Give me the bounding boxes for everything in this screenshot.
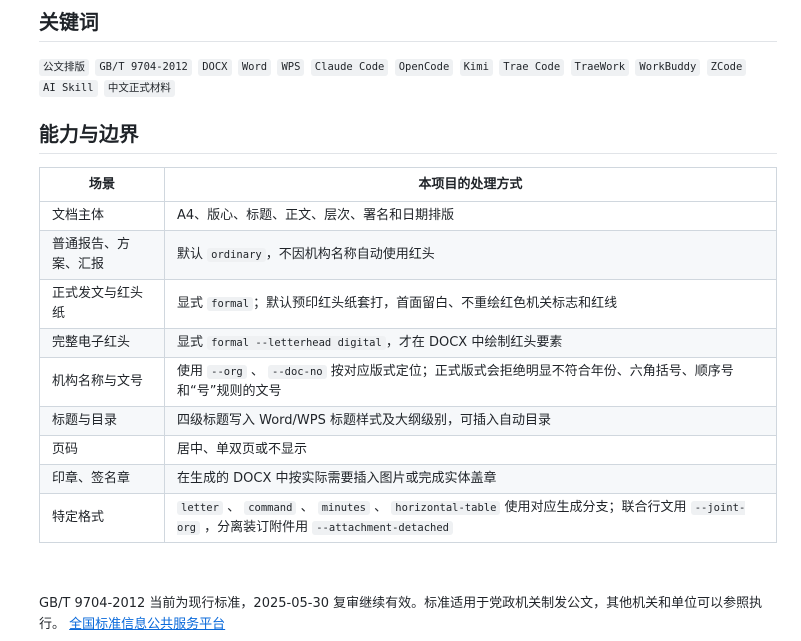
scene-cell: 页码 xyxy=(39,435,165,465)
keyword-tag: Word xyxy=(237,59,272,76)
scene-cell: 特定格式 xyxy=(39,493,165,543)
table-row: 印章、签名章 在生成的 DOCX 中按实际需要插入图片或完成实体盖章 xyxy=(39,464,777,494)
table-row: 特定格式 letter 、 command 、 minutes 、 horizo… xyxy=(39,493,777,543)
keyword-tag: GB/T 9704-2012 xyxy=(95,59,192,76)
keyword-tag: Trae Code xyxy=(499,59,565,76)
inline-code: minutes xyxy=(317,501,370,515)
keyword-tag: DOCX xyxy=(198,59,232,76)
handling-cell: letter 、 command 、 minutes 、 horizontal-… xyxy=(164,493,777,543)
handling-cell: 四级标题写入 Word/WPS 标题样式及大纲级别，可插入自动目录 xyxy=(164,406,777,436)
capability-table: 场景 本项目的处理方式 文档主体 A4、版心、标题、正文、层次、署名和日期排版 … xyxy=(39,167,777,543)
table-row: 普通报告、方案、汇报 默认 ordinary ，不因机构名称自动使用红头 xyxy=(39,230,777,280)
keyword-tag: WorkBuddy xyxy=(635,59,701,76)
capability-heading: 能力与边界 xyxy=(39,122,777,154)
scene-cell: 普通报告、方案、汇报 xyxy=(39,230,165,280)
keyword-tag: Claude Code xyxy=(310,59,389,76)
scene-cell: 印章、签名章 xyxy=(39,464,165,494)
inline-code: horizontal-table xyxy=(391,501,501,515)
inline-code: --doc-no xyxy=(268,365,327,379)
scene-cell: 机构名称与文号 xyxy=(39,357,165,407)
scene-cell: 正式发文与红头纸 xyxy=(39,279,165,329)
column-header-scene: 场景 xyxy=(39,167,165,202)
handling-cell: 使用 --org 、 --doc-no 按对应版式定位；正式版式会拒绝明显不符合… xyxy=(164,357,777,407)
handling-cell: 显式 formal --letterhead digital ，才在 DOCX 中… xyxy=(164,328,777,358)
handling-cell: 显式 formal ；默认预印红头纸套打，首面留白、不重绘红色机关标志和红线 xyxy=(164,279,777,329)
inline-code: letter xyxy=(177,501,223,515)
table-row: 完整电子红头 显式 formal --letterhead digital ，才在… xyxy=(39,328,777,358)
inline-code: --attachment-detached xyxy=(312,521,453,535)
handling-cell: 居中、单双页或不显示 xyxy=(164,435,777,465)
inline-code: --org xyxy=(207,365,247,379)
inline-code: ordinary xyxy=(207,248,266,262)
handling-cell: A4、版心、标题、正文、层次、署名和日期排版 xyxy=(164,201,777,231)
table-row: 页码 居中、单双页或不显示 xyxy=(39,435,777,465)
standard-platform-link[interactable]: 全国标准信息公共服务平台 xyxy=(69,617,225,632)
keywords-heading: 关键词 xyxy=(39,10,777,42)
table-row: 正式发文与红头纸 显式 formal ；默认预印红头纸套打，首面留白、不重绘红色机… xyxy=(39,279,777,329)
inline-code: command xyxy=(244,501,297,515)
scene-cell: 文档主体 xyxy=(39,201,165,231)
keyword-tag: 公文排版 xyxy=(39,59,89,76)
handling-cell: 在生成的 DOCX 中按实际需要插入图片或完成实体盖章 xyxy=(164,464,777,494)
scene-cell: 标题与目录 xyxy=(39,406,165,436)
keyword-tag: WPS xyxy=(277,59,305,76)
keyword-tag: Kimi xyxy=(459,59,493,76)
table-row: 文档主体 A4、版心、标题、正文、层次、署名和日期排版 xyxy=(39,201,777,231)
keyword-tag: 中文正式材料 xyxy=(103,80,175,97)
column-header-handling: 本项目的处理方式 xyxy=(164,167,777,202)
table-row: 标题与目录 四级标题写入 Word/WPS 标题样式及大纲级别，可插入自动目录 xyxy=(39,406,777,436)
table-row: 机构名称与文号 使用 --org 、 --doc-no 按对应版式定位；正式版式… xyxy=(39,357,777,407)
inline-code: formal --letterhead digital xyxy=(207,336,386,350)
keyword-tag: OpenCode xyxy=(394,59,454,76)
handling-cell: 默认 ordinary ，不因机构名称自动使用红头 xyxy=(164,230,777,280)
keyword-tag: AI Skill xyxy=(39,80,98,97)
table-header-row: 场景 本项目的处理方式 xyxy=(39,167,777,202)
keyword-tags: 公文排版 GB/T 9704-2012 DOCX Word WPS Claude… xyxy=(39,57,777,99)
keyword-tag: ZCode xyxy=(706,59,747,76)
scene-cell: 完整电子红头 xyxy=(39,328,165,358)
keyword-tag: TraeWork xyxy=(570,59,630,76)
standard-note: GB/T 9704-2012 当前为现行标准，2025-05-30 复审继续有效… xyxy=(39,593,777,635)
inline-code: formal xyxy=(207,297,254,311)
